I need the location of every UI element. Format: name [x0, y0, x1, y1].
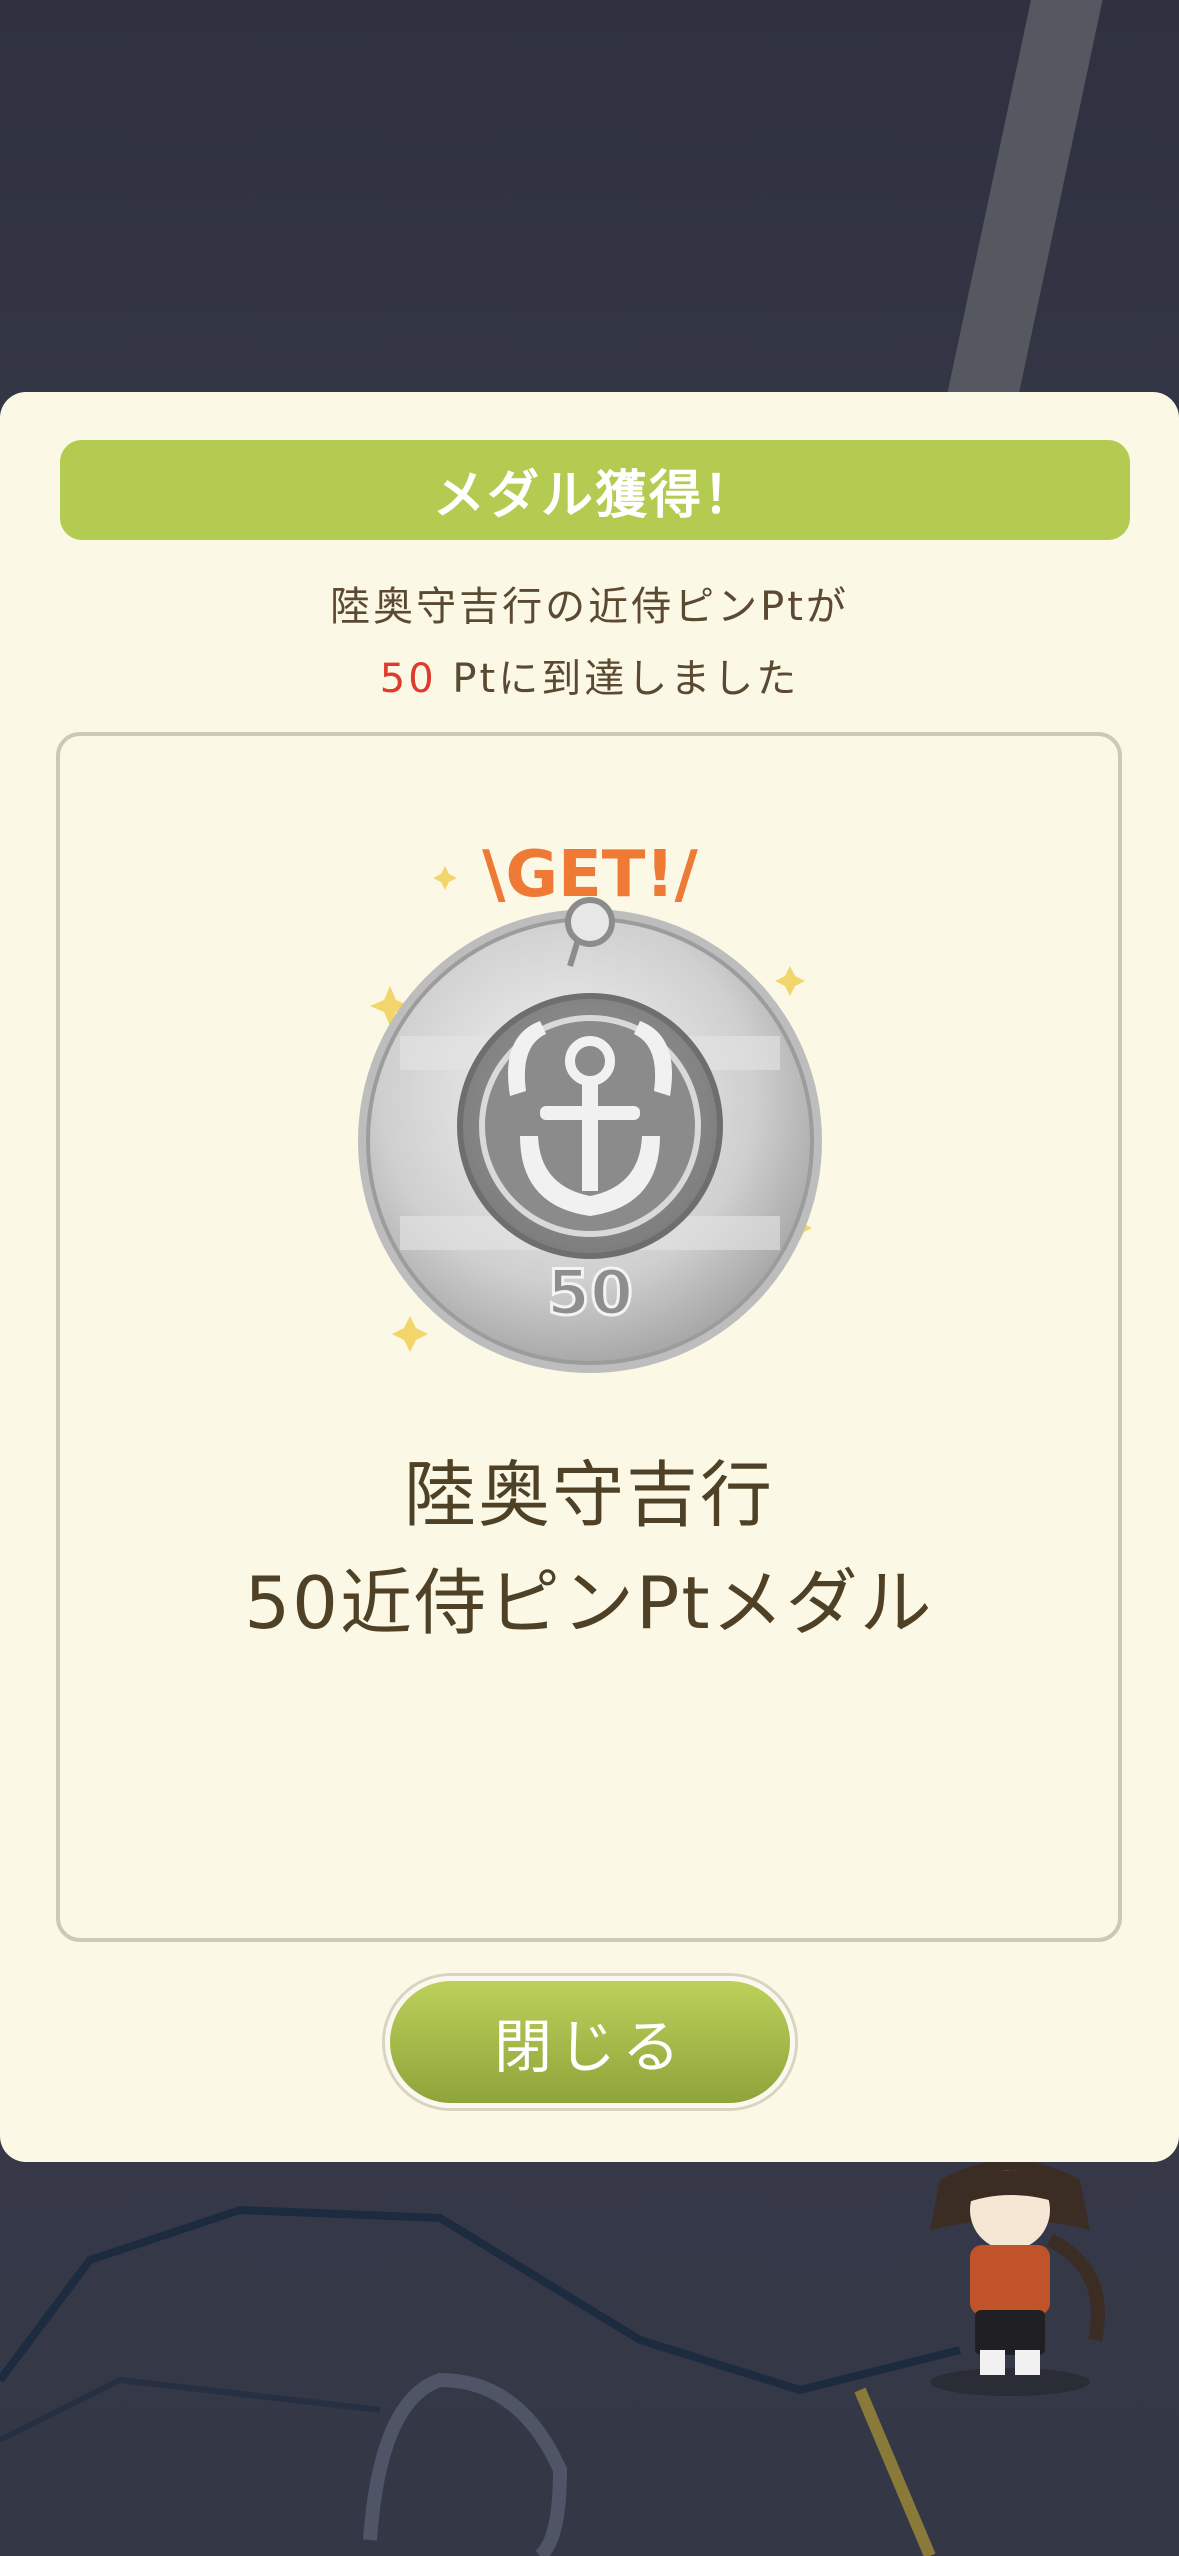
medal-name-line-2: 50近侍ピンPtメダル: [244, 1561, 934, 1645]
medal-graphic: \GET!/ 50: [350, 836, 830, 1376]
medal-coin: 50: [358, 897, 822, 1373]
message-line-2-text: Ptに到達しました: [436, 656, 800, 702]
coin-number: 50: [547, 1256, 633, 1329]
medal-get-modal: メダル獲得！ 陸奥守吉行の近侍ピンPtが 50 Ptに到達しました \GET!/…: [0, 392, 1179, 2162]
modal-title: メダル獲得！: [60, 440, 1130, 540]
close-button[interactable]: 閉じる: [385, 1976, 795, 2108]
points-value: 50: [379, 656, 437, 702]
message-line-2: 50 Ptに到達しました: [0, 646, 1179, 704]
medal-panel: \GET!/ 50 陸奥守吉行 50近侍ピンPtメダル: [56, 732, 1122, 1942]
message-line-1: 陸奥守吉行の近侍ピンPtが: [330, 584, 849, 630]
character-avatar[interactable]: [900, 2150, 1130, 2400]
medal-name-line-1: 陸奥守吉行: [403, 1453, 774, 1537]
